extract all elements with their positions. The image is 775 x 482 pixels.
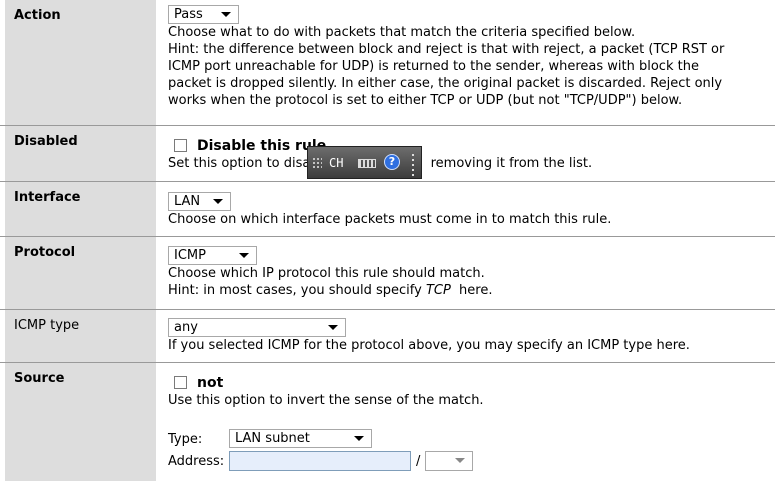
protocol-select-value: ICMP xyxy=(174,248,206,263)
interface-label: Interface xyxy=(14,190,81,205)
interface-row: Interface LAN Choose on which interface … xyxy=(0,182,775,237)
options-icon[interactable] xyxy=(408,151,418,176)
action-desc-line: Choose what to do with packets that matc… xyxy=(168,25,636,40)
action-select[interactable]: Pass xyxy=(168,5,239,24)
icmp-type-select[interactable]: any xyxy=(168,318,346,337)
action-desc-line: Hint: the difference between block and r… xyxy=(168,42,725,57)
chevron-down-icon xyxy=(455,458,465,463)
source-label-cell: Source xyxy=(5,363,157,481)
chevron-down-icon xyxy=(354,436,364,441)
action-description: Choose what to do with packets that matc… xyxy=(168,24,767,109)
protocol-label-cell: Protocol xyxy=(5,237,157,309)
source-not-checkbox[interactable] xyxy=(174,376,187,389)
source-label: Source xyxy=(14,371,65,386)
icmp-type-description: If you selected ICMP for the protocol ab… xyxy=(168,338,690,353)
source-type-select-value: LAN subnet xyxy=(235,431,310,446)
disabled-label: Disabled xyxy=(14,134,78,149)
chevron-down-icon xyxy=(239,253,249,258)
grip-icon[interactable] xyxy=(312,157,322,169)
interface-select-value: LAN xyxy=(174,194,201,209)
interface-select[interactable]: LAN xyxy=(168,192,231,211)
disabled-cell: Disable this rule Set this option to dis… xyxy=(168,138,767,172)
chevron-down-icon xyxy=(213,199,223,204)
help-icon[interactable]: ? xyxy=(384,154,400,170)
disabled-description: Set this option to disab removing it from… xyxy=(168,155,767,172)
protocol-hint-end: here. xyxy=(450,283,493,298)
icmp-type-row: ICMP type any If you selected ICMP for t… xyxy=(0,310,775,363)
action-label: Action xyxy=(14,8,61,23)
action-desc-line: works when the protocol is set to either… xyxy=(168,93,683,108)
disable-rule-checkbox[interactable] xyxy=(174,139,187,152)
protocol-description: Choose which IP protocol this rule shoul… xyxy=(168,266,485,281)
protocol-cell: ICMP Choose which IP protocol this rule … xyxy=(168,246,767,299)
keyboard-icon[interactable] xyxy=(358,159,376,168)
source-type-label: Type: xyxy=(168,432,203,447)
source-not-label: not xyxy=(197,375,224,391)
disabled-desc-end: removing it from the list. xyxy=(430,156,593,171)
action-row: Action Pass Choose what to do with packe… xyxy=(0,0,775,126)
icmp-type-label: ICMP type xyxy=(14,318,80,333)
protocol-select[interactable]: ICMP xyxy=(168,246,257,265)
protocol-hint: Hint: in most cases, you should specify … xyxy=(168,282,767,299)
source-mask-select[interactable] xyxy=(425,451,473,471)
disabled-desc-start: Set this option to disab xyxy=(168,156,319,171)
source-row: Source not Use this option to invert the… xyxy=(0,363,775,481)
action-label-cell: Action xyxy=(5,0,157,125)
icmp-type-select-value: any xyxy=(174,320,198,335)
source-address-input[interactable] xyxy=(229,451,411,471)
action-cell: Pass Choose what to do with packets that… xyxy=(168,5,767,109)
source-mask-slash: / xyxy=(416,454,421,469)
icmp-type-label-cell: ICMP type xyxy=(5,310,157,362)
interface-cell: LAN Choose on which interface packets mu… xyxy=(168,192,767,228)
ime-language-bar[interactable]: CH ? xyxy=(307,146,422,179)
source-not-field: not xyxy=(168,375,767,392)
interface-label-cell: Interface xyxy=(5,182,157,236)
protocol-row: Protocol ICMP Choose which IP protocol t… xyxy=(0,237,775,310)
action-desc-line: packet is dropped silently. In either ca… xyxy=(168,76,723,91)
action-desc-line: ICMP port unreachable for UDP) is return… xyxy=(168,59,699,74)
source-description: Use this option to invert the sense of t… xyxy=(168,393,484,408)
action-select-value: Pass xyxy=(174,7,203,22)
source-cell: not Use this option to invert the sense … xyxy=(168,375,767,409)
chevron-down-icon xyxy=(328,325,338,330)
disable-rule-field: Disable this rule xyxy=(168,138,767,155)
icmp-type-cell: any If you selected ICMP for the protoco… xyxy=(168,318,767,354)
protocol-hint-tcp: TCP xyxy=(425,283,451,298)
source-address-label: Address: xyxy=(168,454,225,469)
protocol-hint-start: Hint: in most cases, you should specify xyxy=(168,283,426,298)
chevron-down-icon xyxy=(221,12,231,17)
interface-description: Choose on which interface packets must c… xyxy=(168,212,612,227)
disabled-label-cell: Disabled xyxy=(5,126,157,181)
source-type-select[interactable]: LAN subnet xyxy=(229,429,372,448)
protocol-label: Protocol xyxy=(14,245,76,260)
ime-language-indicator[interactable]: CH xyxy=(329,156,343,170)
